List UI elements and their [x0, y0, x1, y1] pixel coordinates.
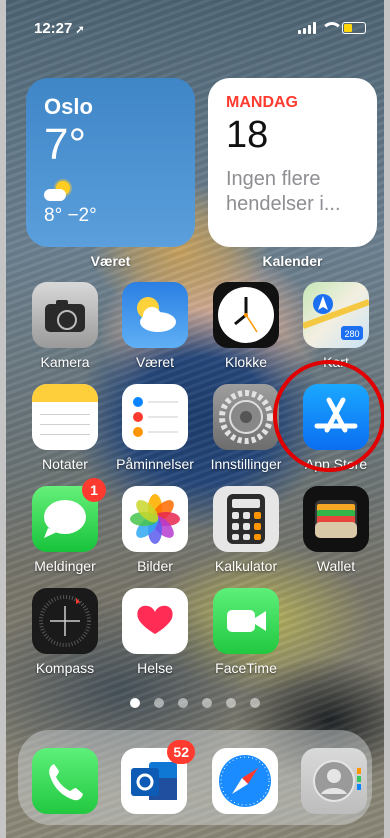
page-dot[interactable]	[178, 698, 188, 708]
safari-icon	[212, 748, 278, 814]
page-dot[interactable]	[250, 698, 260, 708]
contacts-icon	[301, 748, 367, 814]
app-kart[interactable]: 280 Kart	[290, 282, 382, 370]
photos-icon	[122, 486, 188, 552]
app-label: Påminnelser	[116, 456, 194, 472]
camera-icon	[32, 282, 98, 348]
app-label: Innstillinger	[210, 456, 282, 472]
status-time: 12:27 ➚	[34, 20, 85, 37]
app-notater[interactable]: Notater	[19, 384, 111, 472]
calendar-day: 18	[226, 114, 269, 156]
app-klokke[interactable]: Klokke	[200, 282, 292, 370]
page-dot[interactable]	[226, 698, 236, 708]
app-label: Helse	[137, 660, 173, 676]
messages-icon: 1	[32, 478, 106, 552]
app-label: Været	[135, 354, 175, 370]
weather-city: Oslo	[44, 94, 93, 119]
page-dot[interactable]	[202, 698, 212, 708]
cellular-signal-icon	[298, 22, 316, 34]
battery-icon	[342, 22, 366, 34]
dock-app-phone[interactable]	[19, 748, 111, 814]
app-label: Klokke	[224, 354, 268, 370]
dock-app-outlook[interactable]: 52	[108, 740, 200, 814]
weather-icon	[122, 282, 188, 348]
app-label: Kalkulator	[214, 558, 278, 574]
app-label: Kamera	[40, 354, 90, 370]
page-indicator[interactable]	[0, 698, 390, 708]
weather-high-low: 8° −2°	[44, 205, 97, 226]
reminders-icon	[122, 384, 188, 450]
health-icon	[122, 588, 188, 654]
app-label: Kompass	[35, 660, 95, 676]
weather-temperature: 7°	[44, 120, 87, 169]
notification-badge: 52	[167, 740, 195, 764]
app-label: Bilder	[137, 558, 173, 574]
app-label: Meldinger	[34, 558, 96, 574]
app-meldinger[interactable]: 1 Meldinger	[19, 478, 111, 574]
dock-app-contacts[interactable]	[288, 748, 380, 814]
dock: 52	[18, 730, 372, 825]
wifi-icon	[321, 22, 343, 34]
app-helse[interactable]: Helse	[109, 588, 201, 676]
dock-app-safari[interactable]	[199, 748, 291, 814]
app-kalkulator[interactable]: Kalkulator	[200, 486, 292, 574]
status-bar: 12:27 ➚	[30, 20, 366, 40]
location-arrow-icon: ➚	[75, 24, 85, 36]
app-bilder[interactable]: Bilder	[109, 486, 201, 574]
notification-badge: 1	[82, 478, 106, 502]
partly-sunny-icon	[44, 181, 74, 205]
highlight-circle	[273, 360, 385, 472]
app-wallet[interactable]: Wallet	[290, 486, 382, 574]
notes-icon	[32, 384, 98, 450]
app-weather[interactable]: Været	[109, 282, 201, 370]
calendar-events: Ingen flere hendelser i...	[226, 168, 341, 215]
calendar-weekday: MANDAG	[226, 94, 298, 111]
app-label: FaceTime	[215, 660, 277, 676]
app-label: Wallet	[316, 558, 356, 574]
app-paminnelser[interactable]: Påminnelser	[109, 384, 201, 472]
settings-icon	[213, 384, 279, 450]
page-dot[interactable]	[130, 698, 140, 708]
weather-widget[interactable]: Oslo 7° 8° −2°	[26, 78, 195, 247]
calculator-icon	[213, 486, 279, 552]
outlook-icon: 52	[121, 740, 195, 814]
app-label: Notater	[42, 456, 88, 472]
facetime-icon	[213, 588, 279, 654]
app-kompass[interactable]: Kompass	[19, 588, 111, 676]
compass-icon	[32, 588, 98, 654]
wallet-icon	[303, 486, 369, 552]
maps-icon: 280	[301, 282, 371, 348]
app-kamera[interactable]: Kamera	[19, 282, 111, 370]
weather-widget-label: Været	[90, 253, 131, 269]
phone-icon	[32, 748, 98, 814]
map-route-shield: 280	[344, 329, 359, 339]
app-facetime[interactable]: FaceTime	[200, 588, 292, 676]
clock-icon	[213, 282, 279, 348]
calendar-widget[interactable]: MANDAG 18 Ingen flere hendelser i...	[208, 78, 377, 247]
page-dot[interactable]	[154, 698, 164, 708]
calendar-widget-label: Kalender	[262, 253, 323, 269]
